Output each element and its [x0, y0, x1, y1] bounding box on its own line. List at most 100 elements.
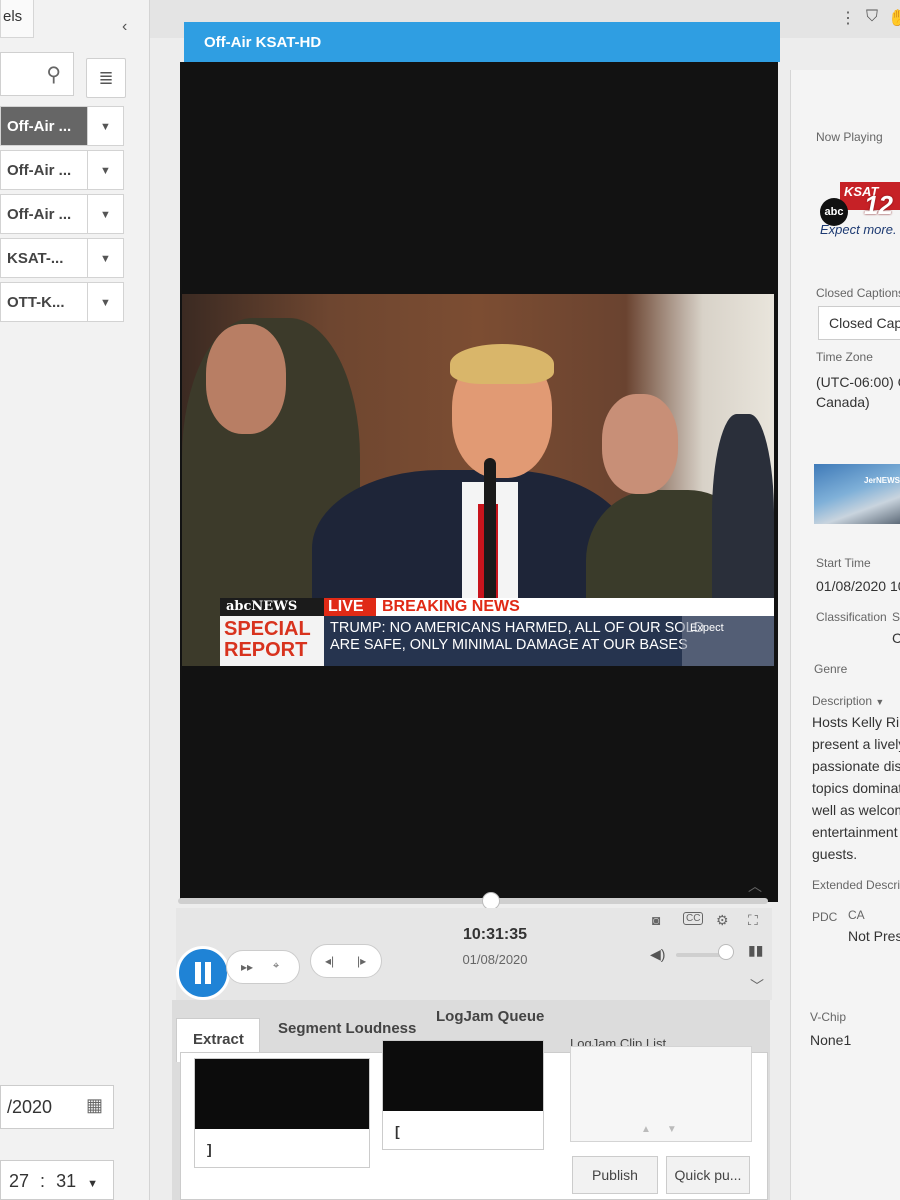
publish-button[interactable]: Publish: [572, 1156, 658, 1194]
video-frame: abcNEWS SPECIAL REPORT LIVE BREAKING NEW…: [182, 294, 774, 666]
report-text: REPORT: [224, 639, 308, 661]
tab-label: Extract: [193, 1031, 244, 1048]
audio-levels-icon[interactable]: ▮▮: [748, 942, 763, 959]
seek-bar[interactable]: [178, 898, 768, 904]
fullscreen-icon[interactable]: ⛶: [748, 912, 758, 929]
antenna-icon[interactable]: ⌖: [273, 960, 279, 973]
app-screen: ⋮ ⛉ ✋ els ‹ ⚲ ≣ Off-Air ... ▼ Off-Air ..…: [0, 0, 900, 1200]
special-report-label: SPECIAL REPORT: [220, 616, 324, 666]
player-title-bar: Off-Air KSAT-HD: [184, 22, 780, 62]
description-line: passionate disc: [812, 758, 900, 774]
gear-icon[interactable]: ⚙: [716, 912, 729, 929]
search-icon[interactable]: ⚲: [46, 62, 61, 87]
out-point-marker: [: [395, 1123, 400, 1139]
description-line: well as welcome: [812, 802, 900, 818]
chevron-down-icon[interactable]: ▼: [87, 1178, 98, 1190]
pause-icon: [195, 962, 211, 984]
live-seek-control[interactable]: ▸▸ ⌖: [226, 950, 300, 984]
vchip-label: V-Chip: [810, 1010, 847, 1024]
time-hour[interactable]: 27: [9, 1171, 29, 1191]
quick-publish-button[interactable]: Quick pu...: [666, 1156, 750, 1194]
description-line: topics dominati: [812, 780, 900, 796]
channel-name[interactable]: OTT-K...: [0, 282, 88, 322]
time-field[interactable]: 27 : 31 ▼: [0, 1160, 114, 1200]
closed-captions-select[interactable]: Closed Capti: [818, 306, 900, 340]
camera-icon[interactable]: ◙: [652, 912, 660, 928]
frame-step-control[interactable]: ◂| |▸: [310, 944, 382, 978]
classification-value: C: [892, 630, 900, 646]
breaking-news-label: BREAKING NEWS: [376, 598, 774, 616]
more-icon[interactable]: ⋮: [840, 8, 856, 28]
time-separator: :: [40, 1171, 46, 1191]
description-line: entertainment b: [812, 824, 900, 840]
sidebar-tab[interactable]: els: [0, 0, 34, 38]
player-title: Off-Air KSAT-HD: [204, 34, 322, 51]
list-icon: ≣: [98, 68, 114, 88]
fast-forward-icon[interactable]: ▸▸: [241, 960, 253, 974]
chevron-down-icon[interactable]: ﹀: [750, 976, 764, 996]
chevron-down-icon[interactable]: ▼: [875, 697, 884, 707]
extension-icon[interactable]: ✋: [888, 8, 900, 28]
channel-item[interactable]: Off-Air ... ▼: [0, 150, 124, 190]
shield-icon[interactable]: ⛉: [866, 8, 878, 26]
channel-item[interactable]: OTT-K... ▼: [0, 282, 124, 322]
channel-name[interactable]: KSAT-...: [0, 238, 88, 278]
video-face-left: [206, 324, 286, 434]
description-line: present a lively: [812, 736, 900, 752]
chevron-down-icon[interactable]: ▼: [88, 194, 124, 234]
time-minute[interactable]: 31: [56, 1171, 76, 1191]
video-hair: [450, 344, 554, 384]
out-point-thumbnail[interactable]: [: [382, 1040, 544, 1150]
calendar-icon[interactable]: ▦: [86, 1095, 103, 1116]
date-field[interactable]: /2020 ▦: [0, 1085, 114, 1129]
volume-icon[interactable]: ◀): [650, 946, 665, 963]
chevron-down-icon[interactable]: ▼: [88, 106, 124, 146]
tab-logjam-queue[interactable]: LogJam Queue: [420, 996, 558, 1040]
channel-name[interactable]: Off-Air ...: [0, 150, 88, 190]
special-text: SPECIAL: [224, 618, 311, 640]
list-view-button[interactable]: ≣: [86, 58, 126, 98]
channel-item[interactable]: KSAT-... ▼: [0, 238, 124, 278]
genre-label: Genre: [814, 662, 848, 676]
video-player[interactable]: abcNEWS SPECIAL REPORT LIVE BREAKING NEW…: [180, 62, 778, 902]
channel-name[interactable]: Off-Air ...: [0, 194, 88, 234]
step-back-icon[interactable]: ◂|: [325, 954, 334, 968]
channel-item[interactable]: Off-Air ... ▼: [0, 106, 124, 146]
thumbnail-text: JerNEWS: [864, 476, 900, 485]
classification-extra: S: [892, 610, 900, 624]
time-zone-value: (UTC-06:00) Ce: [816, 374, 900, 390]
player-date: 01/08/2020: [462, 952, 528, 967]
player-clock: 10:31:35: [462, 926, 528, 943]
clip-list[interactable]: ▲▼: [570, 1046, 752, 1142]
collapse-chevron-icon[interactable]: ‹: [122, 18, 127, 36]
sort-arrows-icon[interactable]: ▲▼: [641, 1124, 693, 1135]
description-label[interactable]: Description ▼: [812, 694, 884, 708]
chevron-up-icon[interactable]: ︿: [748, 876, 762, 896]
station-bug-text: Expect: [690, 622, 724, 634]
chevron-down-icon[interactable]: ▼: [88, 238, 124, 278]
in-point-marker: ]: [207, 1141, 212, 1157]
news-network-logo: abcNEWS: [220, 598, 324, 616]
in-point-thumbnail[interactable]: ]: [194, 1058, 370, 1168]
channel-search-input[interactable]: ⚲: [0, 52, 74, 96]
program-thumbnail: JerNEWS: [814, 464, 900, 524]
description-line: Hosts Kelly Rip: [812, 714, 900, 730]
logo-number: 12: [864, 190, 893, 220]
chevron-down-icon[interactable]: ▼: [88, 150, 124, 190]
chevron-down-icon[interactable]: ▼: [88, 282, 124, 322]
date-value: /2020: [7, 1097, 53, 1117]
closed-captions-label: Closed Captions: [816, 286, 900, 300]
pause-button[interactable]: [176, 946, 230, 1000]
start-time-label: Start Time: [816, 556, 871, 570]
description-label-text: Description: [812, 694, 873, 708]
channel-name[interactable]: Off-Air ...: [0, 106, 88, 146]
logo-tagline: Expect more.: [820, 222, 897, 237]
channel-item[interactable]: Off-Air ... ▼: [0, 194, 124, 234]
video-face-right: [602, 394, 678, 494]
step-forward-icon[interactable]: |▸: [357, 954, 366, 968]
now-playing-label: Now Playing: [816, 130, 883, 144]
description-line: guests.: [812, 846, 858, 862]
station-bug: Expect: [682, 616, 774, 666]
vchip-value: None1: [810, 1032, 852, 1048]
closed-captions-icon[interactable]: CC: [683, 912, 704, 925]
